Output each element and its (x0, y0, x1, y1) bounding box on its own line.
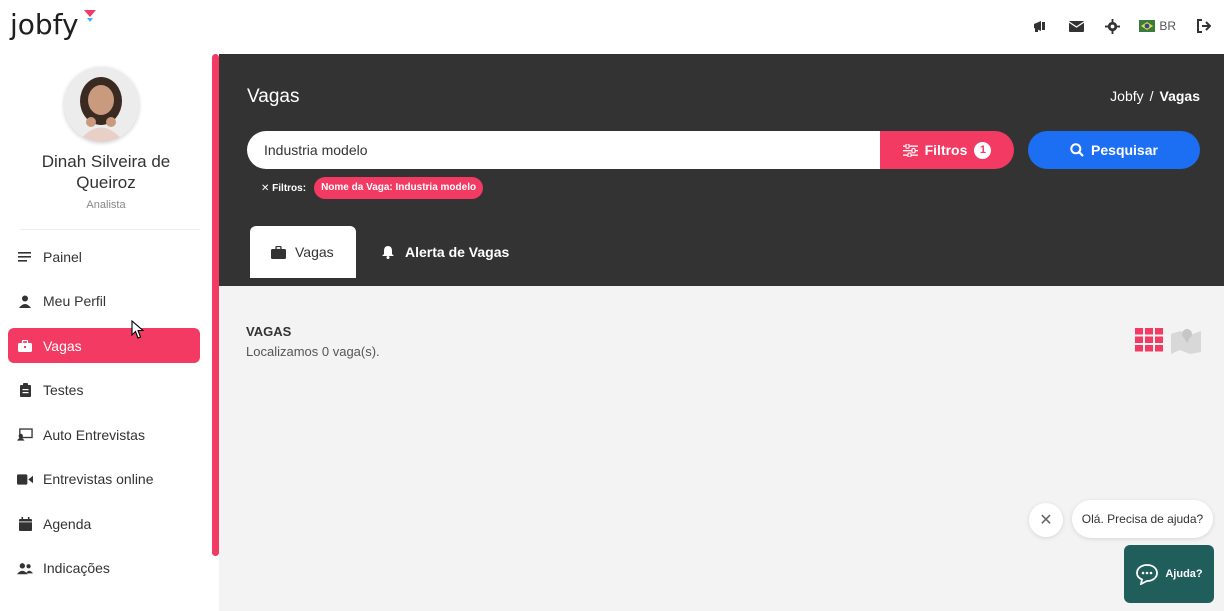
search-icon (1070, 143, 1084, 157)
flag-icon (1139, 20, 1156, 32)
briefcase-icon (270, 244, 286, 260)
user-icon (17, 293, 33, 309)
users-icon (17, 560, 33, 576)
filters-label: Filtros (924, 142, 968, 158)
user-role: Analista (86, 199, 126, 211)
active-filters: ✕ Filtros: Nome da Vaga: Industria model… (261, 177, 484, 199)
sidebar-divider (20, 229, 200, 230)
top-bar: jobfy BR (0, 0, 1224, 54)
results-count: Localizamos 0 vaga(s). (246, 344, 380, 359)
results-title: VAGAS (246, 324, 292, 339)
sidebar-item-label: Testes (43, 382, 84, 398)
breadcrumb: Jobfy / Vagas (1110, 88, 1200, 104)
language-selector[interactable]: BR (1139, 19, 1176, 33)
megaphone-icon[interactable] (1031, 17, 1049, 35)
logout-icon[interactable] (1194, 17, 1212, 35)
sidebar-item-entrevistas-online[interactable]: Entrevistas online (8, 462, 200, 497)
sidebar-item-label: Entrevistas online (43, 471, 154, 487)
sidebar: Dinah Silveira de Queiroz Analista Paine… (0, 54, 212, 611)
sidebar-item-label: Vagas (43, 337, 82, 354)
bell-icon (380, 244, 396, 260)
top-actions: BR (1031, 17, 1212, 35)
active-filters-label: Filtros: (272, 182, 307, 194)
sidebar-item-painel[interactable]: Painel (8, 239, 200, 274)
sidebar-item-label: Meu Perfil (43, 293, 107, 309)
filter-chip[interactable]: Nome da Vaga: Industria modelo (314, 177, 484, 199)
sidebar-item-label: Indicações (43, 560, 110, 576)
app-logo[interactable]: jobfy (10, 8, 79, 41)
grid-view-icon[interactable] (1135, 328, 1163, 352)
sidebar-item-testes[interactable]: Testes (8, 373, 200, 408)
avatar[interactable] (64, 67, 139, 142)
gear-icon[interactable] (1103, 17, 1121, 35)
breadcrumb-current: Vagas (1159, 88, 1200, 104)
tab-alerta-de-vagas[interactable]: Alerta de Vagas (356, 226, 529, 278)
sidebar-item-meu-perfil[interactable]: Meu Perfil (8, 284, 200, 319)
help-chat-label: Ajuda? (1165, 568, 1203, 580)
sidebar-item-label: Auto Entrevistas (43, 426, 145, 443)
mouse-cursor-icon (131, 320, 145, 339)
search-button-label: Pesquisar (1091, 142, 1158, 158)
briefcase-icon (17, 338, 33, 354)
sidebar-item-indicacoes[interactable]: Indicações (8, 551, 200, 586)
tabs: Vagas Alerta de Vagas (250, 226, 529, 278)
sidebar-nav: Painel Meu Perfil Vagas Testes Auto Entr… (8, 239, 200, 595)
breadcrumb-separator: / (1149, 88, 1154, 104)
sliders-icon (902, 143, 918, 157)
chat-close-button[interactable]: ✕ (1029, 503, 1063, 537)
filters-button[interactable]: Filtros 1 (880, 131, 1014, 169)
clear-filters[interactable]: ✕ Filtros: (261, 183, 306, 194)
chat-prompt[interactable]: Olá. Precisa de ajuda? (1072, 500, 1213, 538)
tab-label: Alerta de Vagas (405, 244, 510, 260)
tab-label: Vagas (295, 244, 334, 260)
search-input[interactable]: Industria modelo (247, 131, 881, 169)
search-button[interactable]: Pesquisar (1028, 131, 1200, 169)
sidebar-item-vagas[interactable]: Vagas (8, 328, 200, 363)
chat-icon (1136, 564, 1159, 585)
language-label: BR (1159, 19, 1176, 33)
page-header: Vagas Jobfy / Vagas Industria modelo Fil… (219, 54, 1224, 286)
page-title: Vagas (247, 86, 300, 107)
sidebar-item-agenda[interactable]: Agenda (8, 506, 200, 541)
results-panel: VAGAS Localizamos 0 vaga(s). (219, 286, 1224, 611)
map-view-icon[interactable] (1170, 326, 1202, 354)
user-name: Dinah Silveira de Queiroz (41, 152, 171, 192)
breadcrumb-root[interactable]: Jobfy (1110, 88, 1143, 104)
sidebar-scrollbar[interactable] (212, 54, 219, 556)
video-icon (17, 471, 33, 487)
sidebar-item-auto-entrevistas[interactable]: Auto Entrevistas (8, 417, 200, 452)
sidebar-item-label: Agenda (43, 515, 92, 532)
presentation-icon (17, 427, 33, 443)
logo-mark-icon (84, 10, 96, 22)
clipboard-icon (17, 382, 33, 398)
mail-icon[interactable] (1067, 17, 1085, 35)
tab-vagas[interactable]: Vagas (250, 226, 356, 278)
filters-count-badge: 1 (974, 141, 992, 159)
sidebar-item-label: Painel (43, 248, 82, 265)
calendar-icon (17, 516, 33, 532)
help-chat-button[interactable]: Ajuda? (1124, 545, 1214, 603)
menu-icon (17, 249, 33, 265)
